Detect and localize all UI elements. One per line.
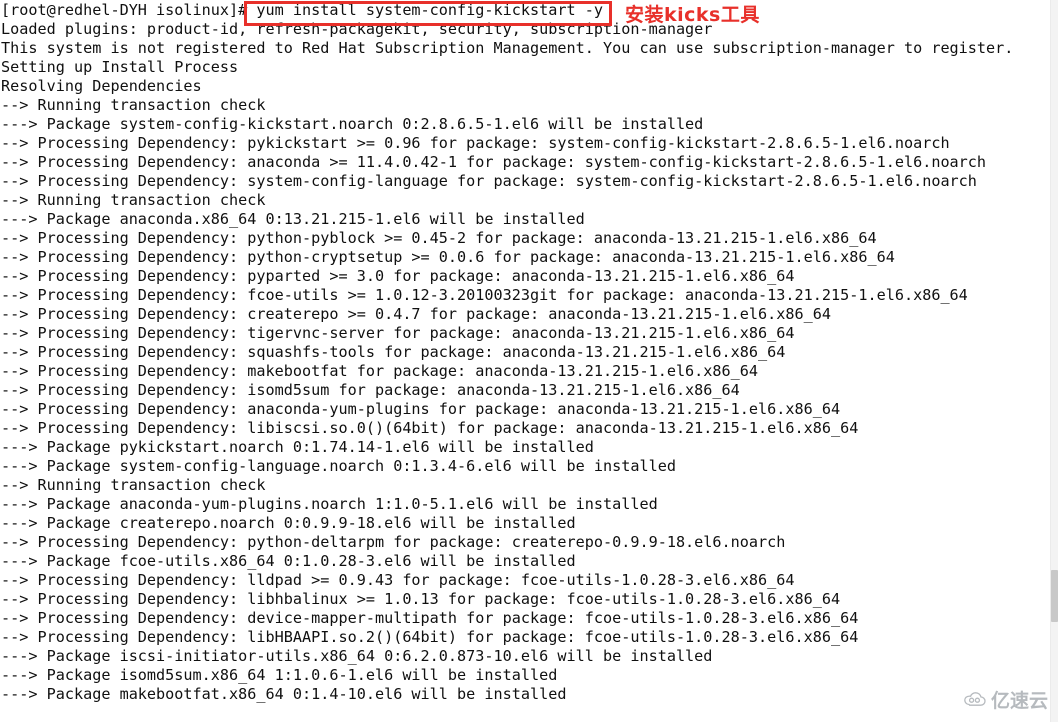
terminal-line: ---> Package anaconda-yum-plugins.noarch… — [1, 495, 658, 513]
terminal-line: --> Processing Dependency: squashfs-tool… — [1, 343, 786, 361]
terminal-line: --> Processing Dependency: createrepo >=… — [1, 305, 831, 323]
terminal-line: --> Processing Dependency: pykickstart >… — [1, 134, 950, 152]
terminal-line: ---> Package createrepo.noarch 0:0.9.9-1… — [1, 514, 576, 532]
terminal-line: --> Processing Dependency: device-mapper… — [1, 609, 859, 627]
terminal-line: ---> Package isomd5sum.x86_64 1:1.0.6-1.… — [1, 666, 558, 684]
terminal-line: --> Processing Dependency: libHBAAPI.so.… — [1, 628, 859, 646]
annotation-note: 安装kicks工具 — [625, 4, 760, 26]
terminal-line: ---> Package iscsi-initiator-utils.x86_6… — [1, 647, 713, 665]
terminal-window[interactable]: [root@redhel-DYH isolinux]# yum install … — [0, 0, 1062, 722]
terminal-line: --> Processing Dependency: pyparted >= 3… — [1, 267, 795, 285]
terminal-line: --> Processing Dependency: python-crypts… — [1, 248, 895, 266]
terminal-line: --> Processing Dependency: fcoe-utils >=… — [1, 286, 968, 304]
terminal-line: --> Processing Dependency: system-config… — [1, 172, 977, 190]
terminal-line: --> Processing Dependency: python-deltar… — [1, 533, 786, 551]
terminal-line: [root@redhel-DYH isolinux]# yum install … — [1, 1, 603, 19]
terminal-line: ---> Package anaconda.x86_64 0:13.21.215… — [1, 210, 585, 228]
terminal-line: Setting up Install Process — [1, 58, 239, 76]
terminal-line: --> Running transaction check — [1, 476, 266, 494]
terminal-line: --> Processing Dependency: python-pybloc… — [1, 229, 877, 247]
terminal-line: ---> Package system-config-kickstart.noa… — [1, 115, 704, 133]
terminal-line: --> Processing Dependency: lldpad >= 0.9… — [1, 571, 795, 589]
terminal-line: --> Processing Dependency: anaconda >= 1… — [1, 153, 987, 171]
terminal-line: --> Processing Dependency: libhbalinux >… — [1, 590, 841, 608]
terminal-line: --> Processing Dependency: makebootfat f… — [1, 362, 759, 380]
terminal-line: Loaded plugins: product-id, refresh-pack… — [1, 20, 713, 38]
terminal-output: [root@redhel-DYH isolinux]# yum install … — [0, 0, 1051, 704]
terminal-line: --> Running transaction check — [1, 191, 266, 209]
terminal-line: This system is not registered to Red Hat… — [1, 39, 1014, 57]
terminal-line: --> Running transaction check — [1, 96, 266, 114]
terminal-line: Resolving Dependencies — [1, 77, 202, 95]
terminal-line: --> Processing Dependency: libiscsi.so.0… — [1, 419, 859, 437]
scrollbar-thumb[interactable] — [1051, 570, 1058, 622]
terminal-line: ---> Package system-config-language.noar… — [1, 457, 676, 475]
terminal-line: ---> Package pykickstart.noarch 0:1.74.1… — [1, 438, 594, 456]
terminal-line: ---> Package makebootfat.x86_64 0:1.4-10… — [1, 685, 567, 703]
terminal-line: ---> Package fcoe-utils.x86_64 0:1.0.28-… — [1, 552, 576, 570]
terminal-line: --> Processing Dependency: isomd5sum for… — [1, 381, 740, 399]
terminal-line: --> Processing Dependency: tigervnc-serv… — [1, 324, 795, 342]
terminal-line: --> Processing Dependency: anaconda-yum-… — [1, 400, 841, 418]
